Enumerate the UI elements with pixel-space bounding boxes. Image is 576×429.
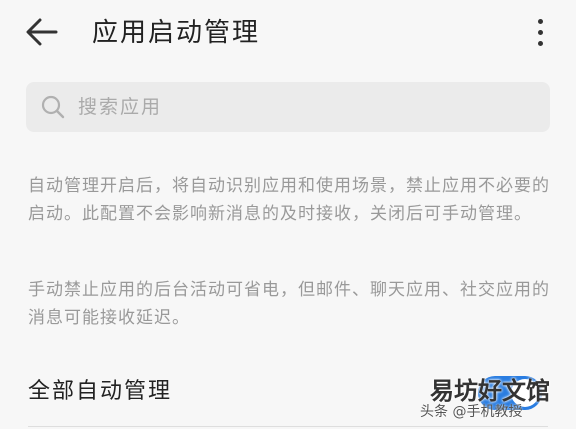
more-vertical-icon — [537, 18, 543, 24]
search-icon — [41, 95, 65, 119]
more-vertical-icon-dot — [537, 29, 543, 35]
more-vertical-icon-dot — [537, 40, 543, 46]
top-app-bar: 应用启动管理 — [0, 0, 576, 66]
auto-manage-all-toggle[interactable] — [478, 376, 542, 410]
auto-manage-all-label: 全部自动管理 — [28, 379, 173, 404]
page-title: 应用启动管理 — [92, 18, 261, 48]
more-options-button[interactable] — [524, 12, 556, 52]
auto-manage-all-row[interactable]: 全部自动管理 — [0, 366, 576, 422]
search-placeholder: 搜索应用 — [78, 96, 163, 118]
arrow-left-icon — [26, 18, 58, 46]
search-input[interactable]: 搜索应用 — [26, 82, 550, 132]
toggle-knob — [511, 379, 539, 407]
app-start-management-screen: 应用启动管理 搜索应用 自动管理开启后，将自动识别应用和使用场景，禁止应用不必要… — [0, 0, 576, 429]
description-auto-manage: 自动管理开启后，将自动识别应用和使用场景，禁止应用不必要的启动。此配置不会影响新… — [28, 176, 550, 224]
description-manual-manage: 手动禁止应用的后台活动可省电，但邮件、聊天应用、社交应用的消息可能接收延迟。 — [28, 280, 550, 328]
divider — [28, 426, 548, 427]
back-button[interactable] — [20, 12, 64, 52]
